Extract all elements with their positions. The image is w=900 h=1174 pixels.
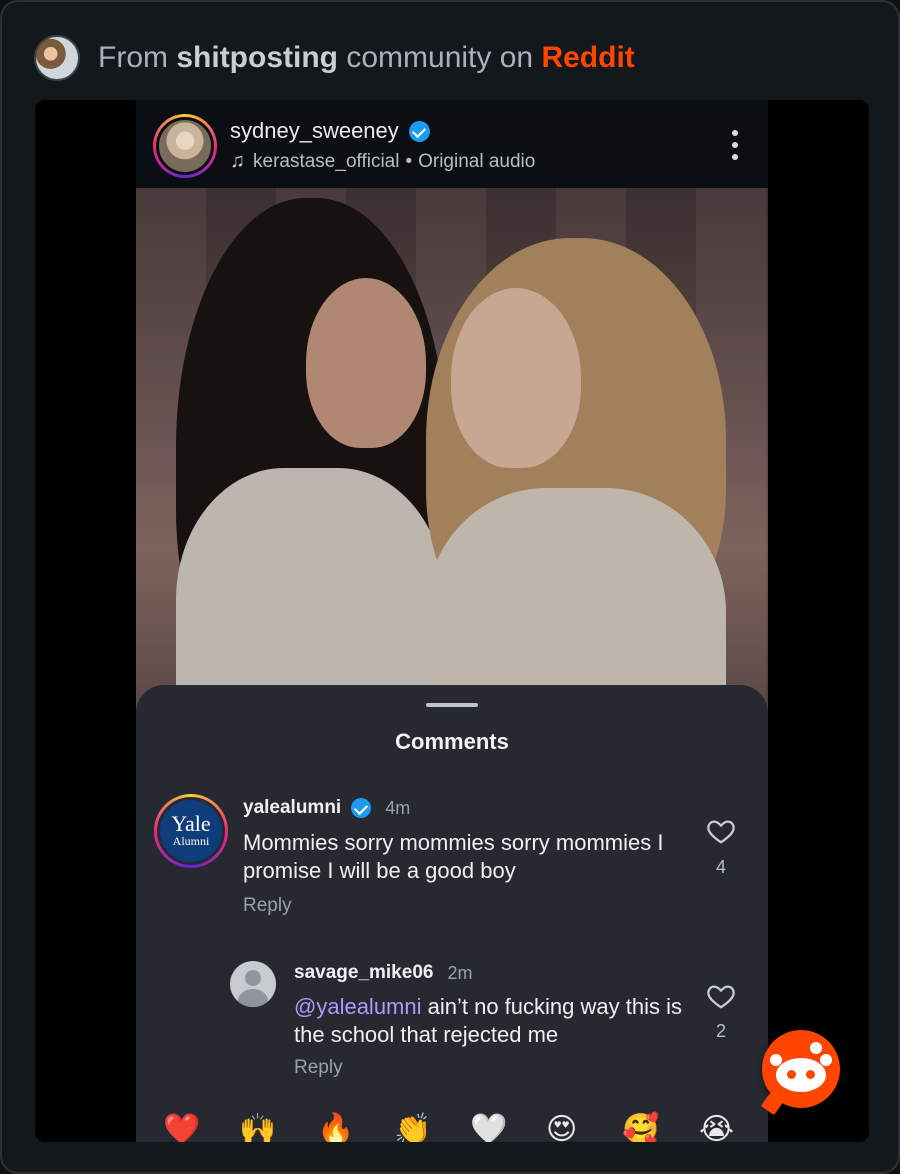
reel-username[interactable]: sydney_sweeney <box>230 118 399 144</box>
post-header: From shitposting community on Reddit <box>34 34 635 82</box>
audio-label[interactable]: Original audio <box>418 151 535 173</box>
instagram-screenshot: sydney_sweeney ♫ kerastase_official • Or… <box>136 100 768 1142</box>
reel-username-row[interactable]: sydney_sweeney <box>230 118 430 144</box>
reaction-clap[interactable]: 👏 <box>394 1110 431 1142</box>
comment-username[interactable]: savage_mike06 <box>294 962 433 984</box>
commenter-avatar[interactable]: Yale Alumni <box>154 794 228 868</box>
community-link[interactable]: shitposting <box>176 41 338 74</box>
comment-text: @yalealumni ain’t no fucking way this is… <box>294 993 694 1049</box>
reaction-heart-eyes[interactable]: 😍 <box>546 1110 577 1142</box>
source-prefix: From <box>98 41 168 74</box>
reel-audio-row[interactable]: ♫ kerastase_official • Original audio <box>230 150 535 173</box>
comment-header: yalealumni 4m <box>243 797 410 819</box>
more-vertical-icon[interactable] <box>732 130 740 160</box>
comment-time: 4m <box>385 797 411 818</box>
audio-separator: • <box>405 150 413 172</box>
reddit-post-card: From shitposting community on Reddit syd… <box>0 0 900 1174</box>
quick-reactions-bar: ❤️ 🙌 🔥 👏 🤍 😍 🥰 😭 <box>136 1110 768 1142</box>
reaction-raised-hands[interactable]: 🙌 <box>239 1110 276 1142</box>
reply-button[interactable]: Reply <box>294 1057 343 1079</box>
audio-account[interactable]: kerastase_official <box>253 151 399 173</box>
music-note-icon: ♫ <box>230 150 245 172</box>
media-frame: sydney_sweeney ♫ kerastase_official • Or… <box>35 100 869 1142</box>
verified-badge-icon <box>408 120 430 142</box>
verified-badge-icon <box>351 798 372 818</box>
like-count: 4 <box>715 857 726 877</box>
reaction-heart[interactable]: ❤️ <box>163 1110 200 1142</box>
like-count: 2 <box>715 1021 726 1041</box>
comment-header: savage_mike06 2m <box>294 962 472 984</box>
sheet-title: Comments <box>395 729 509 754</box>
community-avatar[interactable] <box>34 35 80 81</box>
reddit-brand[interactable]: Reddit <box>541 41 634 74</box>
heart-outline-icon[interactable] <box>706 816 736 846</box>
heart-outline-icon[interactable] <box>706 981 736 1011</box>
comments-sheet: Comments Yale Alumni yalealumni 4m Mommi… <box>136 685 768 1142</box>
default-avatar-icon[interactable] <box>230 961 276 1007</box>
reaction-crying[interactable]: 😭 <box>699 1110 734 1142</box>
yale-logo: Yale Alumni <box>157 797 225 865</box>
source-middle: community on <box>346 41 534 74</box>
mention-link[interactable]: @yalealumni <box>294 994 422 1019</box>
reel-header: sydney_sweeney ♫ kerastase_official • Or… <box>136 100 768 190</box>
comment-text: Mommies sorry mommies sorry mommies I pr… <box>243 830 664 883</box>
post-source-line: From shitposting community on Reddit <box>98 41 635 75</box>
reaction-fire[interactable]: 🔥 <box>317 1110 354 1142</box>
reddit-snoo-icon[interactable] <box>762 1030 840 1108</box>
reaction-white-heart[interactable]: 🤍 <box>470 1110 507 1142</box>
profile-avatar <box>156 117 214 175</box>
comment-time: 2m <box>447 962 473 983</box>
reply-button[interactable]: Reply <box>243 895 292 917</box>
comment-username[interactable]: yalealumni <box>243 797 341 819</box>
sheet-drag-handle[interactable] <box>426 703 478 707</box>
reaction-smiling-hearts[interactable]: 🥰 <box>622 1110 659 1142</box>
story-ring[interactable] <box>153 114 217 178</box>
